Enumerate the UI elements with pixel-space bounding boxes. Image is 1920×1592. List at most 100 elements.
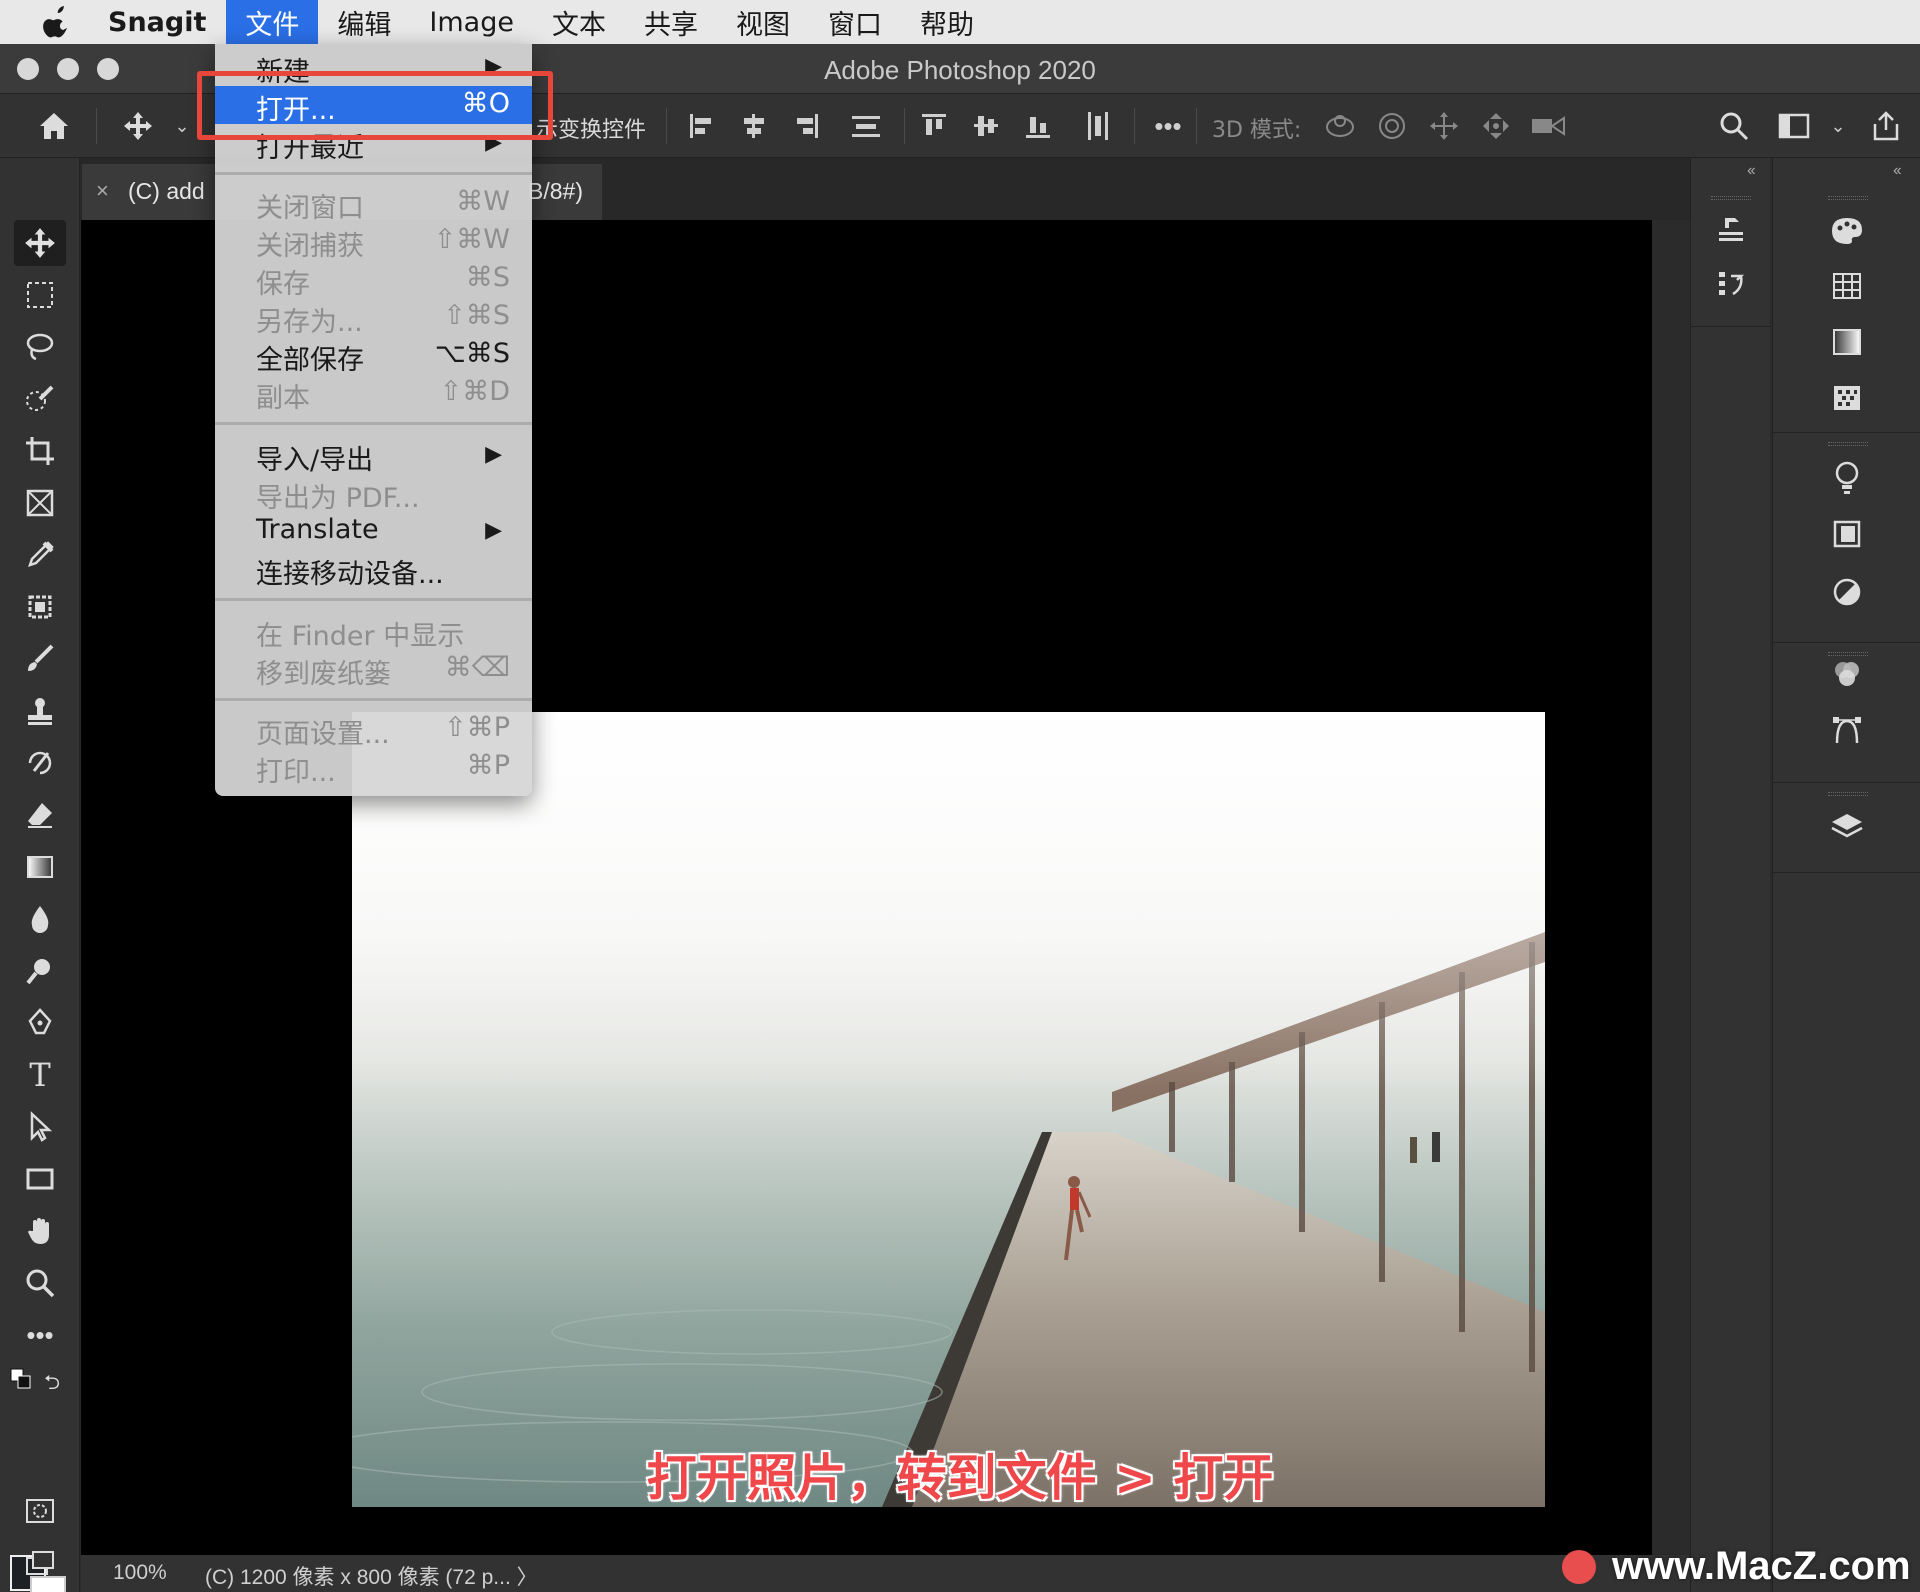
history-panel-icon[interactable] (1709, 262, 1753, 306)
menu-help[interactable]: 帮助 (901, 0, 993, 44)
history-brush-icon[interactable] (14, 740, 66, 786)
panel-grip[interactable] (1711, 196, 1751, 200)
move-tool-icon[interactable] (14, 220, 66, 266)
menu-item-close-window[interactable]: 关闭窗口 ⌘W (215, 184, 532, 224)
quick-selection-icon[interactable] (14, 376, 66, 422)
eyedropper-icon[interactable] (14, 532, 66, 578)
workspace-icon[interactable] (1774, 106, 1814, 146)
menu-item-import-export[interactable]: 导入/导出 ▶ (215, 436, 532, 476)
align-middle-icon[interactable] (966, 106, 1006, 146)
color-palette-icon[interactable] (1825, 208, 1869, 252)
tools-panel: T ••• ⮌ (0, 158, 80, 1592)
share-icon[interactable] (1866, 106, 1906, 146)
distribute-icon[interactable] (846, 106, 886, 146)
tutorial-caption: 打开照片，转到文件 > 打开 (646, 1449, 1274, 1507)
lasso-tool-icon[interactable] (14, 324, 66, 370)
document-tab-label-mode: B/8#) (528, 178, 583, 204)
align-top-icon[interactable] (914, 106, 954, 146)
spot-healing-icon[interactable] (14, 584, 66, 630)
gradients-panel-icon[interactable] (1825, 320, 1869, 364)
menu-separator (215, 172, 532, 175)
layers-panel-icon[interactable] (1825, 804, 1869, 848)
type-tool-icon[interactable]: T (14, 1052, 66, 1098)
menu-item-save-as[interactable]: 另存为... ⇧⌘S (215, 298, 532, 338)
search-icon[interactable] (1714, 106, 1754, 146)
3d-pan-icon[interactable] (1424, 106, 1464, 146)
menu-item-print[interactable]: 打印... ⌘P (215, 748, 532, 788)
rectangle-tool-icon[interactable] (14, 1156, 66, 1202)
menu-share[interactable]: 共享 (625, 0, 717, 44)
swatches-grid-icon[interactable] (1825, 264, 1869, 308)
menu-item-show-in-finder[interactable]: 在 Finder 中显示 (215, 612, 532, 652)
apple-icon[interactable] (26, 0, 88, 44)
distribute-vertical-icon[interactable] (1078, 106, 1118, 146)
3d-mode-label: 3D 模式: (1212, 118, 1302, 143)
more-options-icon[interactable]: ••• (1148, 106, 1188, 146)
panel-dock-narrow: ‹‹ (1690, 158, 1771, 1592)
paths-panel-icon[interactable] (1825, 708, 1869, 752)
align-center-icon[interactable] (734, 106, 774, 146)
menu-item-move-to-trash[interactable]: 移到废纸篓 ⌘⌫ (215, 650, 532, 690)
3d-slide-icon[interactable] (1476, 106, 1516, 146)
patterns-panel-icon[interactable] (1825, 376, 1869, 420)
chevron-down-icon[interactable]: ⌄ (162, 106, 202, 146)
frame-tool-icon[interactable] (14, 480, 66, 526)
crop-tool-icon[interactable] (14, 428, 66, 474)
3d-camera-icon[interactable] (1528, 106, 1568, 146)
menu-item-save-all[interactable]: 全部保存 ⌥⌘S (215, 336, 532, 376)
menu-item-save[interactable]: 保存 ⌘S (215, 260, 532, 300)
submenu-arrow-icon: ▶ (485, 518, 502, 543)
menu-item-export-pdf[interactable]: 导出为 PDF... (215, 474, 532, 514)
channels-panel-icon[interactable] (1825, 652, 1869, 696)
screen-mode-icon[interactable] (14, 1540, 66, 1586)
menu-item-translate[interactable]: Translate ▶ (215, 512, 532, 550)
swap-colors-icon[interactable]: ⮌ (44, 1368, 60, 1402)
menu-app-name[interactable]: Snagit (88, 7, 226, 38)
marquee-tool-icon[interactable] (14, 272, 66, 318)
lightbulb-icon[interactable] (1825, 456, 1869, 500)
align-left-icon[interactable] (682, 106, 722, 146)
blur-tool-icon[interactable] (14, 896, 66, 942)
dodge-tool-icon[interactable] (14, 948, 66, 994)
macz-logo-icon (1562, 1550, 1596, 1584)
chevron-down-icon[interactable]: ⌄ (1818, 106, 1858, 146)
document-info[interactable]: (C) 1200 像素 x 800 像素 (72 p... 〉 (205, 1561, 538, 1591)
menu-file[interactable]: 文件 (226, 0, 319, 44)
default-colors-icon[interactable] (10, 1368, 32, 1390)
menu-edit[interactable]: 编辑 (318, 0, 410, 44)
menu-image[interactable]: Image (410, 0, 533, 44)
home-icon[interactable] (34, 106, 74, 146)
path-selection-icon[interactable] (14, 1104, 66, 1150)
close-tab-icon[interactable]: × (96, 178, 109, 204)
adjustments-panel-icon[interactable] (1825, 570, 1869, 614)
menu-item-page-setup[interactable]: 页面设置... ⇧⌘P (215, 710, 532, 750)
panel-dock-icons: ‹‹ (1772, 158, 1920, 1592)
stamp-tool-icon[interactable] (14, 688, 66, 734)
menu-window[interactable]: 窗口 (809, 0, 901, 44)
menu-separator (215, 598, 532, 601)
3d-orbit-icon[interactable] (1320, 106, 1360, 146)
pen-tool-icon[interactable] (14, 1000, 66, 1046)
align-bottom-icon[interactable] (1018, 106, 1058, 146)
gradient-tool-icon[interactable] (14, 844, 66, 890)
menu-text[interactable]: 文本 (533, 0, 625, 44)
collapse-panel-icon[interactable]: ‹‹ (1747, 162, 1756, 180)
zoom-tool-icon[interactable] (14, 1260, 66, 1306)
align-right-icon[interactable] (786, 106, 826, 146)
zoom-level[interactable]: 100% (113, 1561, 167, 1585)
hand-tool-icon[interactable] (14, 1208, 66, 1254)
document-tab-label: (C) add (128, 178, 205, 204)
3d-panel-icon[interactable] (1709, 208, 1753, 252)
menu-item-connect-mobile[interactable]: 连接移动设备... (215, 550, 532, 590)
menu-item-close-capture[interactable]: 关闭捕获 ⇧⌘W (215, 222, 532, 262)
menu-view[interactable]: 视图 (717, 0, 809, 44)
brush-tool-icon[interactable] (14, 636, 66, 682)
3d-roll-icon[interactable] (1372, 106, 1412, 146)
move-tool-icon[interactable] (118, 106, 158, 146)
menu-item-duplicate[interactable]: 副本 ⇧⌘D (215, 374, 532, 414)
pier-photo (352, 712, 1545, 1507)
more-tools-icon[interactable]: ••• (14, 1312, 66, 1358)
macos-menu-bar: Snagit 文件 编辑 Image 文本 共享 视图 窗口 帮助 (0, 0, 1920, 44)
eraser-tool-icon[interactable] (14, 792, 66, 838)
libraries-panel-icon[interactable] (1825, 512, 1869, 556)
